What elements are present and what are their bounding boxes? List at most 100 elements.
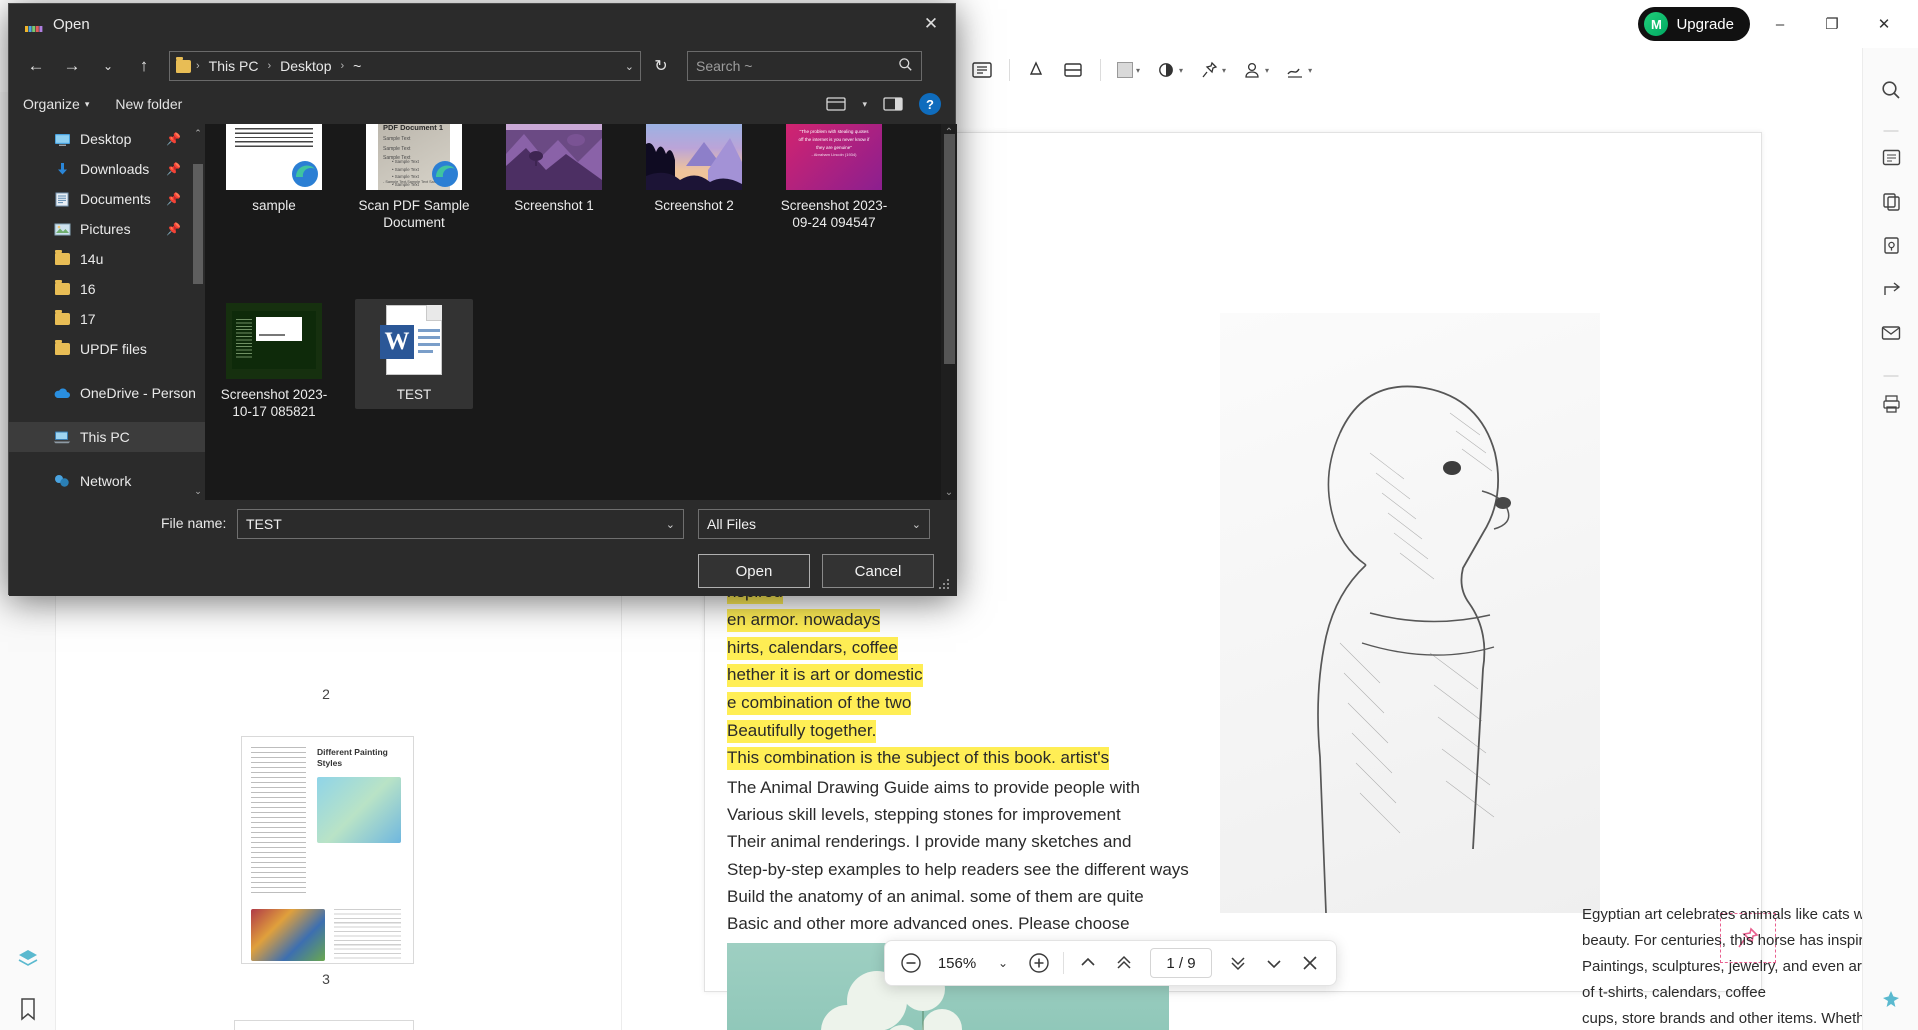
file-scroll-thumb[interactable] <box>944 134 955 364</box>
ai-assistant-icon[interactable] <box>1874 983 1908 1017</box>
sidebar-item-17[interactable]: 17 <box>9 304 205 334</box>
chevron-down-icon[interactable]: ⌄ <box>912 518 921 531</box>
page-navigation-toolbar[interactable]: 156% ⌄ 1 / 9 <box>884 940 1337 986</box>
prev-page-button[interactable] <box>1108 947 1140 979</box>
pin-tool-icon[interactable]: ▾ <box>1192 53 1233 87</box>
up-button[interactable]: ↑ <box>129 51 159 81</box>
upgrade-button[interactable]: M Upgrade <box>1638 7 1750 41</box>
sidebar-item-pictures[interactable]: Pictures 📌 <box>9 214 205 244</box>
dialog-footer: File name: TEST ⌄ All Files ⌄ Open Cance… <box>9 500 957 596</box>
strike-tool-icon[interactable] <box>1055 53 1091 87</box>
copy-icon[interactable] <box>1874 184 1908 218</box>
breadcrumb-item-desktop[interactable]: Desktop <box>276 57 335 75</box>
breadcrumb-item-this-pc[interactable]: This PC <box>205 57 263 75</box>
minimize-button[interactable]: – <box>1758 7 1802 41</box>
bookmark-icon[interactable] <box>11 992 45 1026</box>
ocr-icon[interactable] <box>1874 140 1908 174</box>
sidebar-label: UPDF files <box>80 341 147 357</box>
mail-icon[interactable] <box>1874 316 1908 350</box>
sidebar-item-16[interactable]: 16 <box>9 274 205 304</box>
refresh-button[interactable]: ↻ <box>647 52 675 80</box>
open-file-dialog[interactable]: Open ✕ ← → ⌄ ↑ › This PC › Desktop › ~ ⌄… <box>8 3 956 595</box>
sidebar-scroll-thumb[interactable] <box>193 164 203 284</box>
print-icon[interactable] <box>1874 386 1908 420</box>
search-icon[interactable] <box>898 57 913 75</box>
file-item[interactable]: Screenshot 2 <box>635 124 753 220</box>
chevron-down-icon-5[interactable]: ▾ <box>1308 66 1312 75</box>
protect-icon[interactable] <box>1874 228 1908 262</box>
sidebar-item-14u[interactable]: 14u <box>9 244 205 274</box>
first-page-button[interactable] <box>1072 947 1104 979</box>
layers-icon[interactable] <box>11 942 45 976</box>
file-scroll-down[interactable]: ⌄ <box>942 484 956 500</box>
dialog-close-button[interactable]: ✕ <box>907 4 955 44</box>
pdf-right-line: cups, store brands and other items. Whet… <box>1582 1009 1862 1029</box>
chevron-down-icon[interactable]: ▾ <box>1136 66 1140 75</box>
last-page-button[interactable] <box>1258 947 1290 979</box>
page-thumbnail-3[interactable] <box>234 1020 414 1030</box>
pdf-right-line: Paintings, sculptures, jewelry, and even… <box>1582 957 1862 977</box>
share-icon[interactable] <box>1874 272 1908 306</box>
zoom-dropdown-caret-icon[interactable]: ⌄ <box>987 947 1019 979</box>
sidebar-item-updf-files[interactable]: UPDF files <box>9 334 205 364</box>
close-button[interactable]: ✕ <box>1862 7 1906 41</box>
file-item-selected[interactable]: W TEST <box>355 299 473 409</box>
page-thumbnail-2[interactable]: Different Painting Styles <box>241 736 414 964</box>
desktop-icon <box>53 131 71 147</box>
file-name-input[interactable]: TEST ⌄ <box>237 509 684 539</box>
search-icon[interactable] <box>1874 73 1908 107</box>
file-type-select[interactable]: All Files ⌄ <box>698 509 930 539</box>
chevron-down-icon[interactable]: chevron-down <box>1596 9 1630 39</box>
sidebar-item-onedrive[interactable]: OneDrive - Person <box>9 378 205 408</box>
color-swatch-tool-icon[interactable]: ▾ <box>1110 53 1147 87</box>
close-toolbar-button[interactable] <box>1294 947 1326 979</box>
help-button[interactable]: ? <box>919 93 941 115</box>
file-list[interactable]: sample PDF Document 1 Sample TextSample … <box>205 124 957 500</box>
file-list-scrollbar[interactable]: ⌃ ⌄ <box>941 124 957 500</box>
highlight-pen-tool-icon[interactable] <box>1019 53 1053 87</box>
new-folder-button[interactable]: New folder <box>115 96 182 112</box>
sidebar-item-this-pc[interactable]: This PC <box>9 422 205 452</box>
sidebar-scroll-down[interactable]: ⌄ <box>193 484 203 498</box>
sidebar-item-desktop[interactable]: Desktop 📌 <box>9 124 205 154</box>
shape-tool-icon[interactable]: ▾ <box>1149 53 1190 87</box>
forward-button[interactable]: → <box>57 51 87 81</box>
cancel-button[interactable]: Cancel <box>822 554 934 588</box>
view-options: ▾ ? <box>822 92 941 116</box>
zoom-out-button[interactable] <box>895 947 927 979</box>
file-item[interactable]: Screenshot 1 <box>495 124 613 220</box>
chevron-down-icon[interactable]: ⌄ <box>666 518 675 531</box>
sidebar-item-documents[interactable]: Documents 📌 <box>9 184 205 214</box>
dialog-sidebar[interactable]: Desktop 📌 Downloads 📌 Documents 📌 <box>9 124 205 500</box>
file-item[interactable]: Screenshot 2023-10-17 085821 <box>215 299 333 427</box>
zoom-level-label[interactable]: 156% <box>931 955 983 972</box>
page-indicator[interactable]: 1 / 9 <box>1150 948 1212 978</box>
file-item[interactable]: PDF Document 1 Sample TextSample TextSam… <box>355 124 473 238</box>
chevron-down-icon-3[interactable]: ▾ <box>1222 66 1226 75</box>
back-button[interactable]: ← <box>21 51 51 81</box>
preview-pane-icon[interactable] <box>879 92 907 116</box>
breadcrumb[interactable]: › This PC › Desktop › ~ ⌄ <box>169 51 641 81</box>
search-input[interactable]: Search ~ <box>687 51 922 81</box>
sidebar-scroll-up[interactable]: ⌃ <box>193 126 203 140</box>
open-button[interactable]: Open <box>698 554 810 588</box>
maximize-button[interactable]: ❐ <box>1810 7 1854 41</box>
zoom-in-button[interactable] <box>1023 947 1055 979</box>
organize-menu[interactable]: Organize ▾ <box>23 96 89 112</box>
sidebar-item-network[interactable]: Network <box>9 466 205 496</box>
stamp-tool-icon[interactable]: ▾ <box>1235 53 1276 87</box>
chevron-down-icon-view[interactable]: ▾ <box>862 99 867 110</box>
breadcrumb-item-home[interactable]: ~ <box>349 57 365 75</box>
recent-locations-button[interactable]: ⌄ <box>93 51 123 81</box>
chevron-down-icon[interactable]: ⌄ <box>625 60 634 73</box>
file-item[interactable]: "The problem with stealing quotesoff the… <box>775 124 893 238</box>
list-tool-icon[interactable] <box>964 53 1000 87</box>
file-item[interactable]: sample <box>215 124 333 220</box>
sidebar-item-downloads[interactable]: Downloads 📌 <box>9 154 205 184</box>
resize-grip[interactable] <box>939 579 951 591</box>
view-layout-icon[interactable] <box>822 92 850 116</box>
chevron-down-icon-4[interactable]: ▾ <box>1265 66 1269 75</box>
signature-tool-icon[interactable]: ▾ <box>1278 53 1319 87</box>
chevron-down-icon-2[interactable]: ▾ <box>1179 66 1183 75</box>
next-page-button[interactable] <box>1222 947 1254 979</box>
